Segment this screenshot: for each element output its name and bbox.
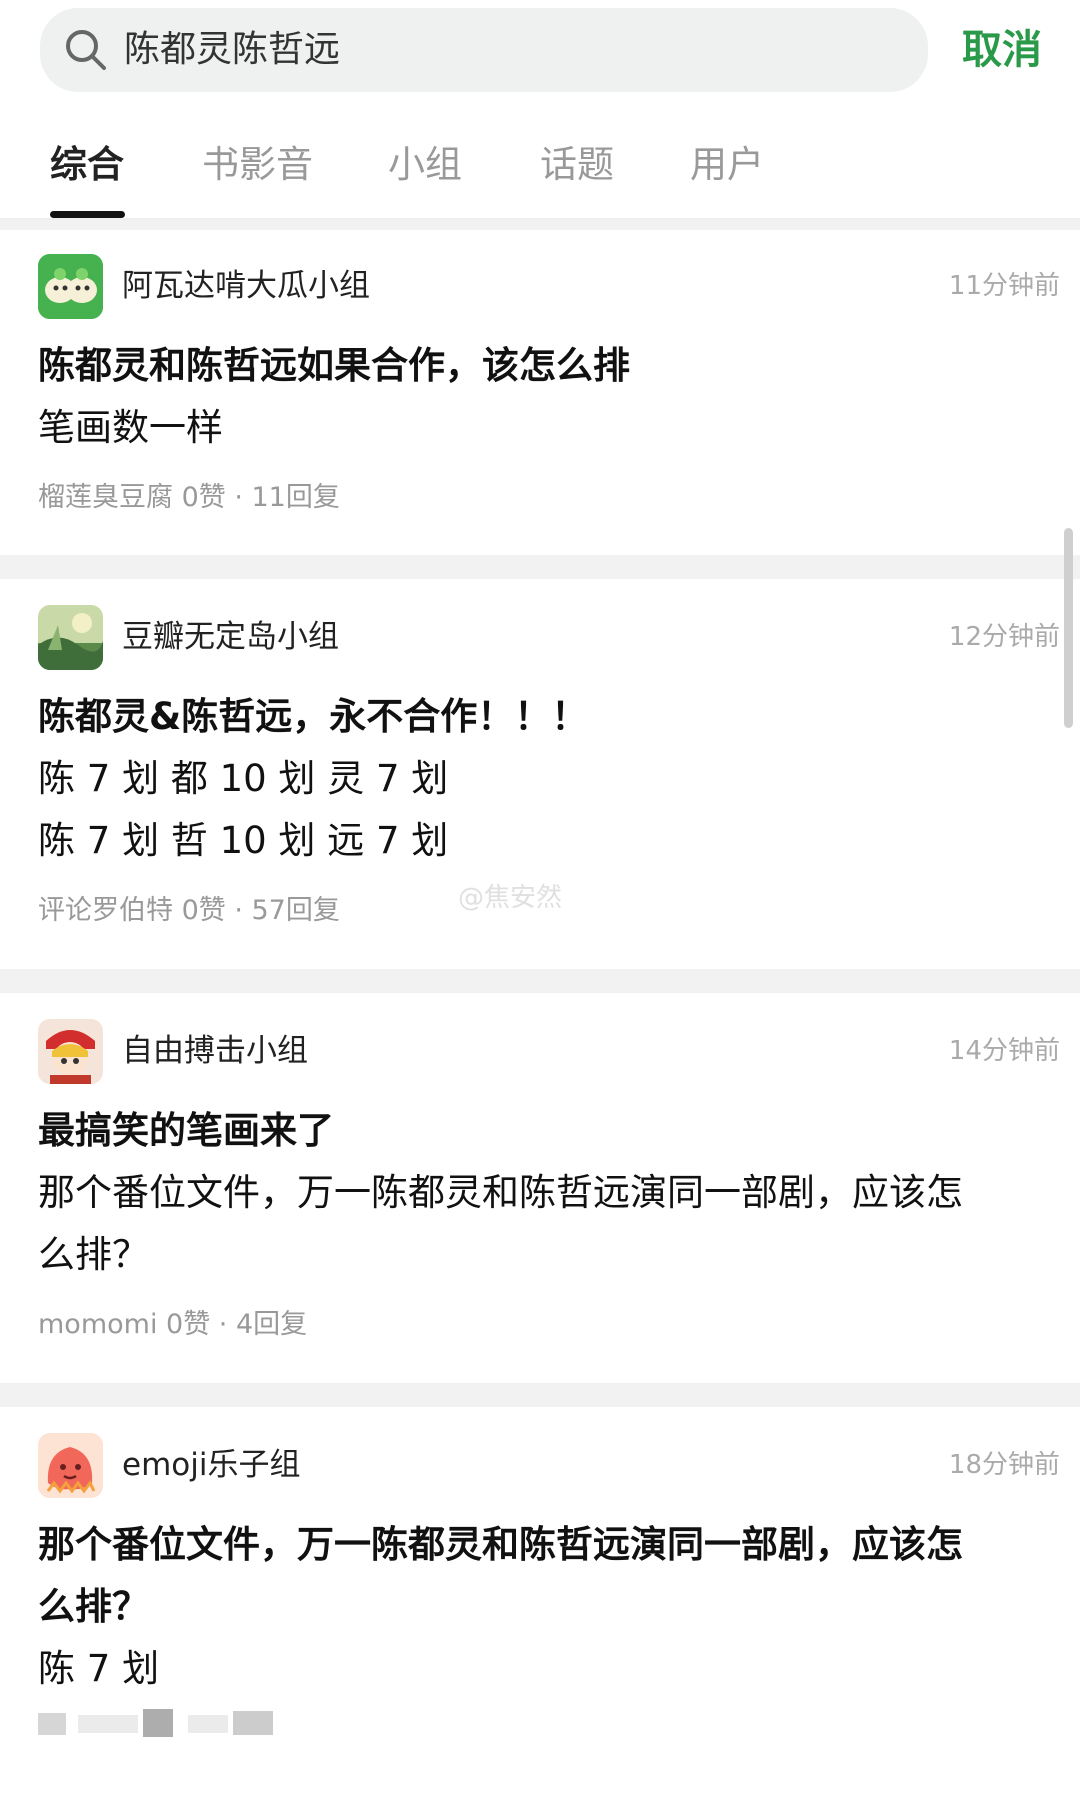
post-card[interactable]: emoji乐子组 18分钟前 那个番位文件，万一陈都灵和陈哲远演同一部剧，应该怎… [0, 1407, 1080, 1799]
group-name[interactable]: 阿瓦达啃大瓜小组 [122, 264, 370, 308]
post-title[interactable]: 陈都灵和陈哲远如果合作，该怎么排 [38, 338, 630, 394]
group-name[interactable]: 豆瓣无定岛小组 [122, 615, 339, 659]
post-time: 18分钟前 [948, 1450, 1060, 1480]
post-body-line: 陈 7 划 哲 10 划 远 7 划 [38, 819, 449, 862]
post-time: 14分钟前 [948, 1036, 1060, 1066]
post-body-line: 笔画数一样 [38, 406, 223, 449]
anime-character-avatar-icon[interactable] [38, 1019, 103, 1084]
post-body-line: 么排？ [38, 1233, 149, 1276]
post-title[interactable]: 那个番位文件，万一陈都灵和陈哲远演同一部剧，应该怎 [38, 1517, 963, 1573]
result-tabs: 综合 书影音 小组 话题 用户 [0, 125, 1080, 220]
green-cartoon-group-avatar-icon[interactable] [38, 254, 103, 319]
post-time: 11分钟前 [948, 271, 1060, 301]
tab-groups[interactable]: 小组 [388, 141, 462, 189]
tab-topics[interactable]: 话题 [540, 141, 614, 189]
search-bar[interactable]: 陈都灵陈哲远 [40, 8, 928, 92]
post-card[interactable]: 阿瓦达啃大瓜小组 11分钟前 陈都灵和陈哲远如果合作，该怎么排 笔画数一样 榴莲… [0, 230, 1080, 555]
post-title[interactable]: 最搞笑的笔画来了 [38, 1103, 334, 1159]
group-name[interactable]: emoji乐子组 [122, 1443, 300, 1487]
section-separator [0, 220, 1080, 230]
post-meta: 榴莲臭豆腐 0赞 · 11回复 [38, 482, 340, 513]
post-meta: momomi 0赞 · 4回复 [38, 1309, 308, 1340]
post-time: 12分钟前 [948, 622, 1060, 652]
group-name[interactable]: 自由搏击小组 [122, 1029, 308, 1073]
tab-books-movies-music[interactable]: 书影音 [202, 141, 313, 189]
post-title-line[interactable]: 么排？ [38, 1579, 149, 1635]
post-card[interactable]: 自由搏击小组 14分钟前 最搞笑的笔画来了 那个番位文件，万一陈都灵和陈哲远演同… [0, 993, 1080, 1383]
section-separator [0, 555, 1080, 579]
scrollbar[interactable] [1064, 528, 1073, 728]
search-header: 陈都灵陈哲远 取消 [0, 0, 1080, 104]
cancel-button[interactable]: 取消 [962, 22, 1042, 78]
blurred-text-placeholder [38, 1707, 288, 1739]
active-tab-indicator [50, 211, 125, 218]
weibo-watermark: @焦安然 [458, 883, 563, 913]
landscape-painting-avatar-icon[interactable] [38, 605, 103, 670]
search-results-page: 陈都灵陈哲远 取消 综合 书影音 小组 话题 用户 阿瓦达啃大瓜小组 11分钟前… [0, 0, 1080, 1799]
post-meta: 评论罗伯特 0赞 · 57回复 [38, 895, 340, 926]
search-input[interactable]: 陈都灵陈哲远 [124, 8, 904, 92]
post-body-line: 陈 7 划 [38, 1647, 160, 1690]
post-title[interactable]: 陈都灵&陈哲远，永不合作！！！ [38, 689, 588, 745]
tab-all[interactable]: 综合 [50, 141, 124, 189]
red-monster-avatar-icon[interactable] [38, 1433, 103, 1498]
post-body-line: 那个番位文件，万一陈都灵和陈哲远演同一部剧，应该怎 [38, 1171, 963, 1214]
post-body-line: 陈 7 划 都 10 划 灵 7 划 [38, 757, 449, 800]
tab-users[interactable]: 用户 [690, 141, 764, 189]
section-separator [0, 1383, 1080, 1407]
section-separator [0, 969, 1080, 993]
search-icon [66, 30, 106, 70]
